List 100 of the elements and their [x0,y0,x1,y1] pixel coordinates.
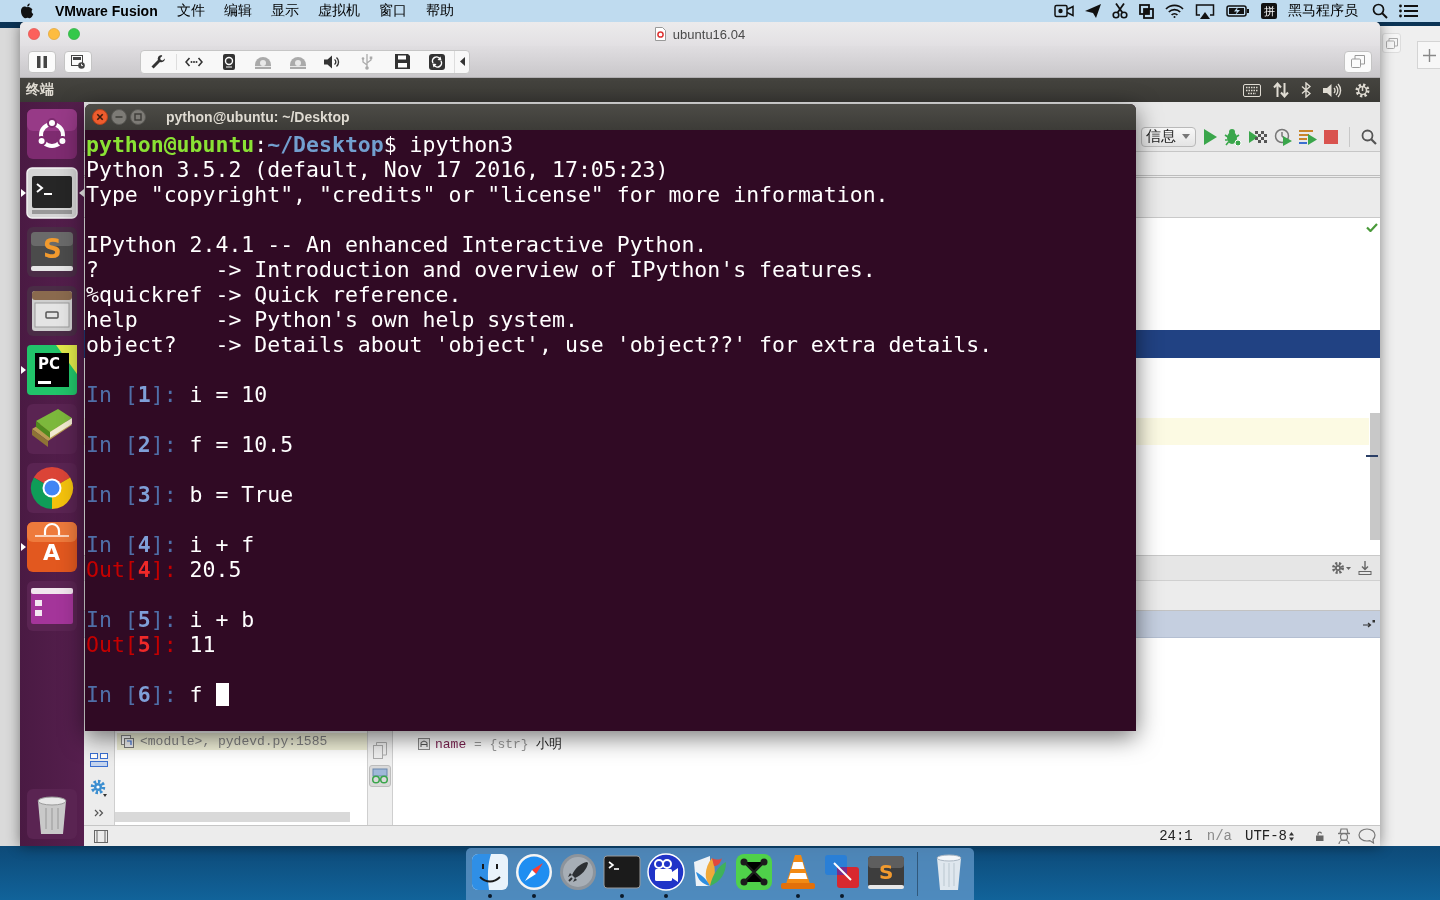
snapshot-button[interactable] [64,50,92,73]
terminal-line: Python 3.5.2 (default, Nov 17 2016, 17:05:23) [86,157,669,182]
film-camera-icon [646,852,686,892]
checkered-play-icon[interactable] [1249,128,1267,145]
frame-label: <module>, pydevd.py:1585 [140,734,328,749]
copy-icon[interactable] [373,742,387,759]
terminal-icon [26,167,78,219]
apple-icon[interactable] [20,3,34,19]
user-name[interactable]: 黑马程序员 [1288,2,1358,20]
launcher-button[interactable] [26,462,78,514]
restore-button[interactable] [1344,50,1372,73]
launcher-button[interactable]: S [26,226,78,278]
trash-icon [26,788,78,840]
up-down-arrows-icon[interactable] [1273,82,1289,98]
caret-position[interactable]: 24:1 [1159,828,1193,844]
minimize-icon[interactable] [111,109,127,125]
network-icon[interactable] [185,56,204,67]
gear-icon[interactable] [1354,81,1371,99]
encoding-selector[interactable]: UTF-8 [1245,828,1287,844]
sync-icon[interactable] [428,53,445,70]
menu-item[interactable]: 虚拟机 [317,2,360,20]
lines-play-icon[interactable] [1299,128,1317,145]
clock-play-icon[interactable] [1274,127,1292,146]
stop-icon[interactable] [1324,129,1338,144]
browser-icon [26,462,78,514]
close-icon[interactable] [28,28,40,40]
overlapping-squares-icon[interactable] [1139,3,1154,19]
menu-item[interactable]: 帮助 [425,2,454,20]
bug-icon[interactable] [1224,127,1242,146]
close-icon[interactable] [92,109,108,125]
launcher-button[interactable] [26,108,78,160]
launcher-button[interactable] [26,167,78,219]
launcher-button[interactable] [26,788,78,840]
caret-left-icon[interactable] [459,57,465,66]
gear-icon[interactable] [1331,561,1351,575]
menu-item[interactable]: 显示 [270,2,299,20]
inspector-icon[interactable] [1337,828,1351,844]
search-icon[interactable] [1361,128,1377,145]
ide-app-icon [26,344,78,396]
panel-icon[interactable] [94,829,108,843]
terminal-line: Type "copyright", "credits" or "license" for more information. [86,182,889,207]
up-down-caret-icon [1289,831,1294,841]
menu-item[interactable]: 编辑 [223,2,252,20]
terminal-line: Out[4]: 20.5 [86,557,242,582]
terminal-line: IPython 2.4.1 -- An enhanced Interactive Python. [86,232,708,257]
launcher-button[interactable] [26,403,78,455]
double-chevron-icon[interactable] [94,809,104,817]
maximize-icon[interactable] [130,109,146,125]
compass-icon [514,852,554,892]
window-title: python@ubuntu: ~/Desktop [166,109,350,125]
video-camera-icon[interactable] [1054,4,1074,18]
pause-button[interactable] [28,50,56,73]
terminal-line: In [1]: i = 10 [86,382,268,407]
variable-icon [418,738,430,750]
arrow-right-icon[interactable] [1363,620,1375,628]
battery-icon[interactable] [1226,5,1250,17]
download-icon[interactable] [1358,561,1372,575]
app-menu[interactable]: VMware Fusion [55,3,158,19]
run-config-dropdown[interactable]: 信息 [1141,126,1196,147]
scissors-icon[interactable] [1112,3,1128,19]
speech-bubble-icon[interactable] [1358,828,1376,844]
dock-item[interactable] [734,852,774,892]
dock-item[interactable] [558,852,598,892]
wifi-icon[interactable] [1165,4,1184,18]
launcher-button[interactable]: A [26,521,78,573]
launcher-button[interactable] [26,285,78,337]
launcher-button[interactable]: PC [26,344,78,396]
panel-app-title: 终端 [26,81,54,99]
terminal-line: In [4]: i + f [86,532,255,557]
search-icon[interactable] [1372,3,1388,19]
scrollbar-thumb[interactable] [1370,413,1380,540]
speaker-icon[interactable] [1323,82,1342,98]
dock-item[interactable]: S [866,852,906,892]
paper-plane-icon[interactable] [1085,4,1101,18]
new-tab-button[interactable] [1417,41,1440,69]
launcher-button[interactable] [26,580,78,632]
variable-value: name = {str} 小明 [435,736,563,753]
terminal-line: Out[5]: 11 [86,632,216,657]
screen-mirroring-icon[interactable] [1195,3,1215,19]
bluetooth-icon[interactable] [1301,82,1311,98]
menu-item[interactable]: 窗口 [378,2,407,20]
speaker-icon[interactable] [324,54,342,69]
glasses-icon [371,768,389,784]
play-icon[interactable] [1203,128,1217,145]
wrench-icon[interactable] [150,53,167,70]
horizontal-scrollbar[interactable] [115,812,350,822]
keyboard-icon[interactable] [1243,83,1261,97]
terminal-line: object? -> Details about 'object', use 'object??' for extra details. [86,332,993,357]
restore-icon [1385,37,1398,49]
dock-item[interactable] [646,852,686,892]
restore-icon [1351,55,1365,68]
dock-item[interactable] [470,852,510,892]
padlock-icon[interactable] [1315,831,1324,841]
layout-icon[interactable] [90,753,108,767]
terminal-line: In [6]: f [86,682,203,707]
input-method-indicator[interactable]: 拼 [1261,3,1277,19]
list-icon[interactable] [1399,4,1418,18]
watch-toggle-button[interactable] [369,765,391,787]
editor-app-icon [26,226,78,278]
menu-item[interactable]: 文件 [176,2,205,20]
